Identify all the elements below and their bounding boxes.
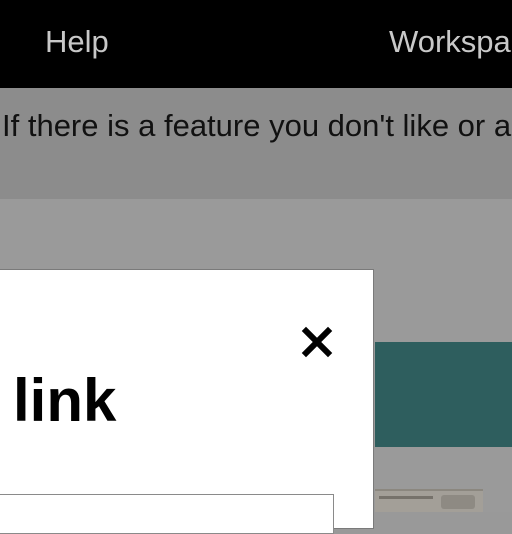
info-banner: If there is a feature you don't like or …: [0, 88, 512, 199]
close-icon: [301, 326, 333, 358]
nav-item-help[interactable]: Help: [45, 22, 109, 62]
link-url-input[interactable]: [0, 494, 334, 534]
dialog-title: link: [13, 367, 117, 434]
nav-item-workspace[interactable]: Workspa: [389, 22, 511, 62]
thumbnail-image: [375, 489, 483, 512]
add-link-dialog: link: [0, 269, 374, 534]
close-button[interactable]: [299, 324, 335, 360]
top-navigation-bar: s Help Workspa: [0, 0, 512, 88]
teal-header-block: [375, 342, 512, 447]
banner-text: If there is a feature you don't like or …: [2, 108, 512, 143]
